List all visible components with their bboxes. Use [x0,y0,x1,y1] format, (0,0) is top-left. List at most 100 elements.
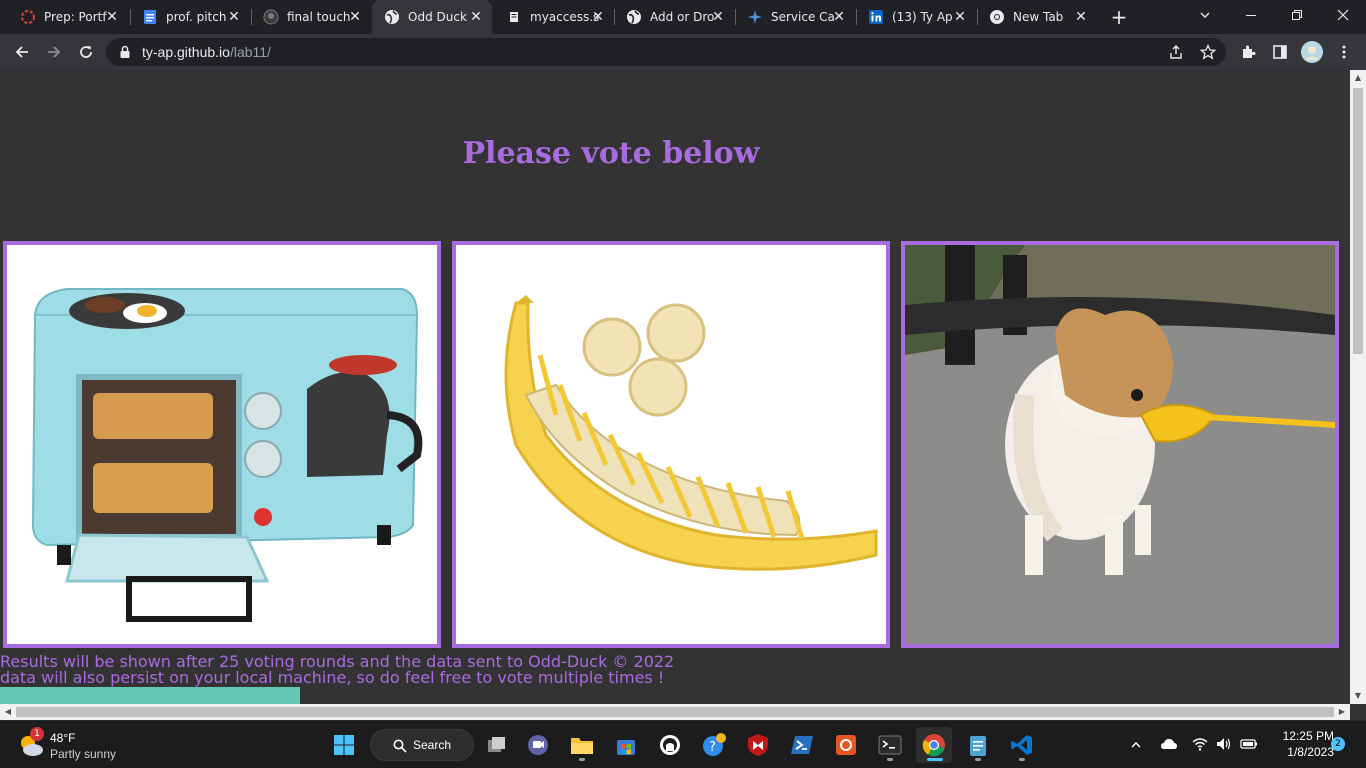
battery-icon[interactable] [1240,738,1258,750]
vote-image-dog-duck[interactable] [901,241,1339,648]
running-indicator [887,758,893,761]
weather-alert-badge: 1 [30,727,44,741]
new-tab-button[interactable]: + [1108,6,1130,28]
tab-strip: Prep: Portf ✕ prof. pitch ✕ final touch … [0,0,1366,34]
footer-line-2: data will also persist on your local mac… [0,668,665,687]
google-docs-icon [144,10,156,24]
back-button[interactable] [10,40,34,64]
chevron-up-icon[interactable] [1130,739,1142,751]
weather-widget[interactable]: 1 48°F Partly sunny [18,727,138,763]
mcafee-button[interactable] [740,727,776,763]
settings-ring-icon [21,10,35,24]
globe-icon [627,10,641,24]
vscode-button[interactable] [1004,727,1040,763]
share-icon[interactable] [1168,44,1184,60]
task-view-icon [488,737,505,752]
tab-new-tab[interactable]: New Tab ✕ [977,0,1097,34]
tab-odd-duck[interactable]: Odd Duck ✕ [372,0,492,34]
browser-toolbar: ty-ap.github.io/lab11/ [0,34,1366,70]
teal-footer-bar [0,687,300,704]
notepad-button[interactable] [960,727,996,763]
restore-icon [1292,10,1302,20]
close-tab-icon[interactable]: ✕ [468,9,484,25]
close-window-button[interactable] [1320,0,1366,30]
ubuntu-button[interactable] [828,727,864,763]
arrow-right-icon [48,46,61,58]
chrome-taskbar-button[interactable] [916,727,952,763]
help-app-button[interactable]: ? [696,727,732,763]
vote-image-breakfast[interactable] [3,241,441,648]
close-tab-icon[interactable]: ✕ [1073,9,1089,25]
tab-service-catalog[interactable]: Service Ca ✕ [735,0,855,34]
horizontal-scrollbar[interactable]: ◀ ▶ [0,704,1350,720]
teams-chat-button[interactable] [520,727,556,763]
close-tab-icon[interactable]: ✕ [347,9,363,25]
vote-image-banana[interactable] [452,241,890,648]
side-panel-button[interactable] [1268,40,1292,64]
clock-date[interactable]: 1/8/2023 [1270,745,1334,759]
start-button[interactable] [326,727,362,763]
terminal-button[interactable] [872,727,908,763]
banana-slicer-image [456,245,886,644]
running-indicator [579,758,585,761]
chrome-menu-button[interactable] [1332,40,1356,64]
tab-final-touch[interactable]: final touch ✕ [251,0,371,34]
ubuntu-icon [836,735,856,755]
mcafee-shield-icon [748,734,768,756]
close-tab-icon[interactable]: ✕ [590,9,606,25]
scroll-down-icon[interactable]: ▼ [1350,688,1366,704]
restore-button[interactable] [1274,0,1320,30]
vscode-icon [1011,735,1032,755]
vertical-scrollbar[interactable]: ▲ ▼ [1350,70,1366,704]
tab-add-or-drop[interactable]: Add or Dro ✕ [614,0,734,34]
profile-button[interactable] [1300,40,1324,64]
bookmark-star-icon[interactable] [1200,44,1216,60]
clock-time[interactable]: 12:25 PM [1270,729,1334,743]
volume-icon[interactable] [1216,737,1232,751]
close-tab-icon[interactable]: ✕ [226,9,242,25]
close-tab-icon[interactable]: ✕ [710,9,726,25]
reload-button[interactable] [74,40,98,64]
task-view-button[interactable] [478,727,514,763]
side-panel-icon [1273,45,1287,59]
tab-myaccess[interactable]: myaccess.s ✕ [494,0,614,34]
close-tab-icon[interactable]: ✕ [952,9,968,25]
scroll-left-icon[interactable]: ◀ [0,704,16,720]
onedrive-cloud-icon[interactable] [1160,737,1178,751]
tab-prof-pitch[interactable]: prof. pitch ✕ [130,0,250,34]
page-title: Please vote below [462,136,760,171]
notification-count-badge[interactable]: 2 [1331,737,1345,751]
svg-text:?: ? [709,740,716,755]
chat-icon [528,735,548,755]
scroll-up-icon[interactable]: ▲ [1350,70,1366,86]
address-bar[interactable]: ty-ap.github.io/lab11/ [106,38,1226,66]
url-text: ty-ap.github.io/lab11/ [142,44,271,60]
forward-button[interactable] [42,40,66,64]
linkedin-icon [869,10,883,24]
more-vertical-icon [1342,45,1346,59]
close-tab-icon[interactable]: ✕ [831,9,847,25]
file-explorer-button[interactable] [564,727,600,763]
scroll-right-icon[interactable]: ▶ [1334,704,1350,720]
tab-prep-portfolio[interactable]: Prep: Portf ✕ [8,0,128,34]
extensions-button[interactable] [1236,40,1260,64]
reload-icon [80,46,92,58]
close-tab-icon[interactable]: ✕ [104,9,120,25]
chrome-icon [990,10,1004,24]
github-desktop-button[interactable] [652,727,688,763]
arrow-left-icon [15,46,28,58]
vertical-scroll-thumb[interactable] [1353,88,1363,354]
minimize-button[interactable] [1228,0,1274,30]
horizontal-scroll-thumb[interactable] [16,707,1334,717]
microsoft-store-button[interactable] [608,727,644,763]
document-icon [510,12,518,22]
taskbar-search[interactable]: Search [370,729,474,761]
powershell-button[interactable] [784,727,820,763]
breakfast-maker-image [7,245,437,644]
tab-search-button[interactable] [1182,0,1228,30]
wifi-icon[interactable] [1192,737,1208,751]
globe-icon [385,10,399,24]
powershell-icon [791,736,813,754]
tab-linkedin[interactable]: (13) Ty Ap ✕ [856,0,976,34]
store-icon [617,740,635,755]
